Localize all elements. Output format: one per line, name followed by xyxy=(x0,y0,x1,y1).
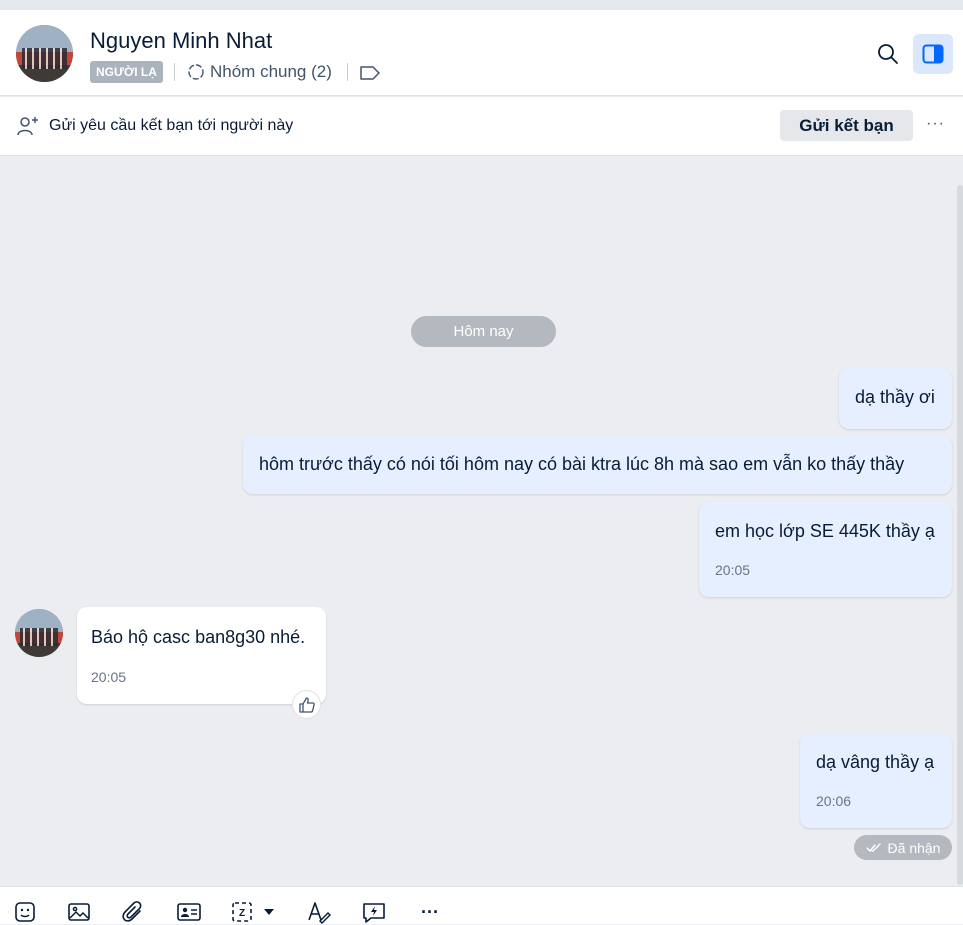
attachment-icon[interactable] xyxy=(119,899,147,925)
image-icon[interactable] xyxy=(65,899,93,925)
message-bubble-sent[interactable]: hôm trước thấy có nói tối hôm nay có bài… xyxy=(243,435,952,494)
message-time: 20:05 xyxy=(715,562,751,578)
message-text: em học lớp SE 445K thầy ạ xyxy=(715,521,935,541)
message-bubble-sent[interactable]: dạ thầy ơi xyxy=(839,368,952,429)
message-text: dạ thầy ơi xyxy=(855,387,935,407)
svg-text:Z: Z xyxy=(239,908,245,919)
thumbs-up-icon xyxy=(298,696,316,714)
window-top-strip xyxy=(0,0,963,10)
delivery-status-text: Đã nhận xyxy=(887,839,941,856)
sidebar-panel-icon xyxy=(922,44,944,64)
chat-header: Nguyen Minh Nhat NGƯỜI LẠ Nhóm chung (2) xyxy=(0,10,963,96)
delivery-status-badge: Đã nhận xyxy=(854,835,952,860)
message-text: Báo hộ casc ban8g30 nhé. xyxy=(91,627,306,647)
message-text: hôm trước thấy có nói tối hôm nay có bài… xyxy=(259,454,905,474)
friend-request-text: Gửi yêu cầu kết bạn tới người này xyxy=(49,117,294,134)
add-user-icon xyxy=(16,114,40,138)
message-time: 20:06 xyxy=(816,793,852,809)
message-bubble-received[interactable]: Báo hộ casc ban8g30 nhé. 20:05 xyxy=(77,607,326,704)
screenshot-icon[interactable]: Z xyxy=(230,899,286,925)
stranger-badge: NGƯỜI LẠ xyxy=(90,61,163,83)
group-icon xyxy=(186,62,206,82)
send-friend-request-button[interactable]: Gửi kết bạn xyxy=(780,110,913,141)
sender-avatar[interactable] xyxy=(15,609,63,657)
contact-name[interactable]: Nguyen Minh Nhat xyxy=(90,28,272,54)
like-reaction-button[interactable] xyxy=(292,690,321,719)
friend-request-bar: Gửi yêu cầu kết bạn tới người này Gửi kế… xyxy=(0,97,963,156)
composer-toolbar: Z ··· xyxy=(0,886,963,924)
tag-icon[interactable] xyxy=(358,62,382,84)
double-check-icon xyxy=(865,842,882,854)
contact-card-icon[interactable] xyxy=(175,899,203,925)
message-text: dạ vâng thầy ạ xyxy=(816,752,935,772)
message-bubble-sent[interactable]: dạ vâng thầy ạ 20:06 xyxy=(800,734,952,828)
date-divider: Hôm nay xyxy=(411,316,556,347)
divider xyxy=(174,63,175,81)
common-groups-link[interactable]: Nhóm chung (2) xyxy=(186,61,332,83)
search-icon[interactable] xyxy=(874,40,902,68)
more-icon[interactable]: ··· xyxy=(416,899,444,925)
sidebar-toggle-button[interactable] xyxy=(913,34,953,74)
format-text-icon[interactable] xyxy=(305,899,333,925)
quick-message-icon[interactable] xyxy=(360,899,388,925)
contact-avatar[interactable] xyxy=(16,25,73,82)
divider xyxy=(347,63,348,81)
sticker-icon[interactable] xyxy=(11,899,39,925)
more-options-button[interactable]: ··· xyxy=(926,115,945,133)
chat-scrollbar[interactable] xyxy=(957,185,963,885)
message-bubble-sent[interactable]: em học lớp SE 445K thầy ạ 20:05 xyxy=(699,502,952,597)
common-groups-label: Nhóm chung (2) xyxy=(210,62,332,81)
message-time: 20:05 xyxy=(91,669,127,685)
